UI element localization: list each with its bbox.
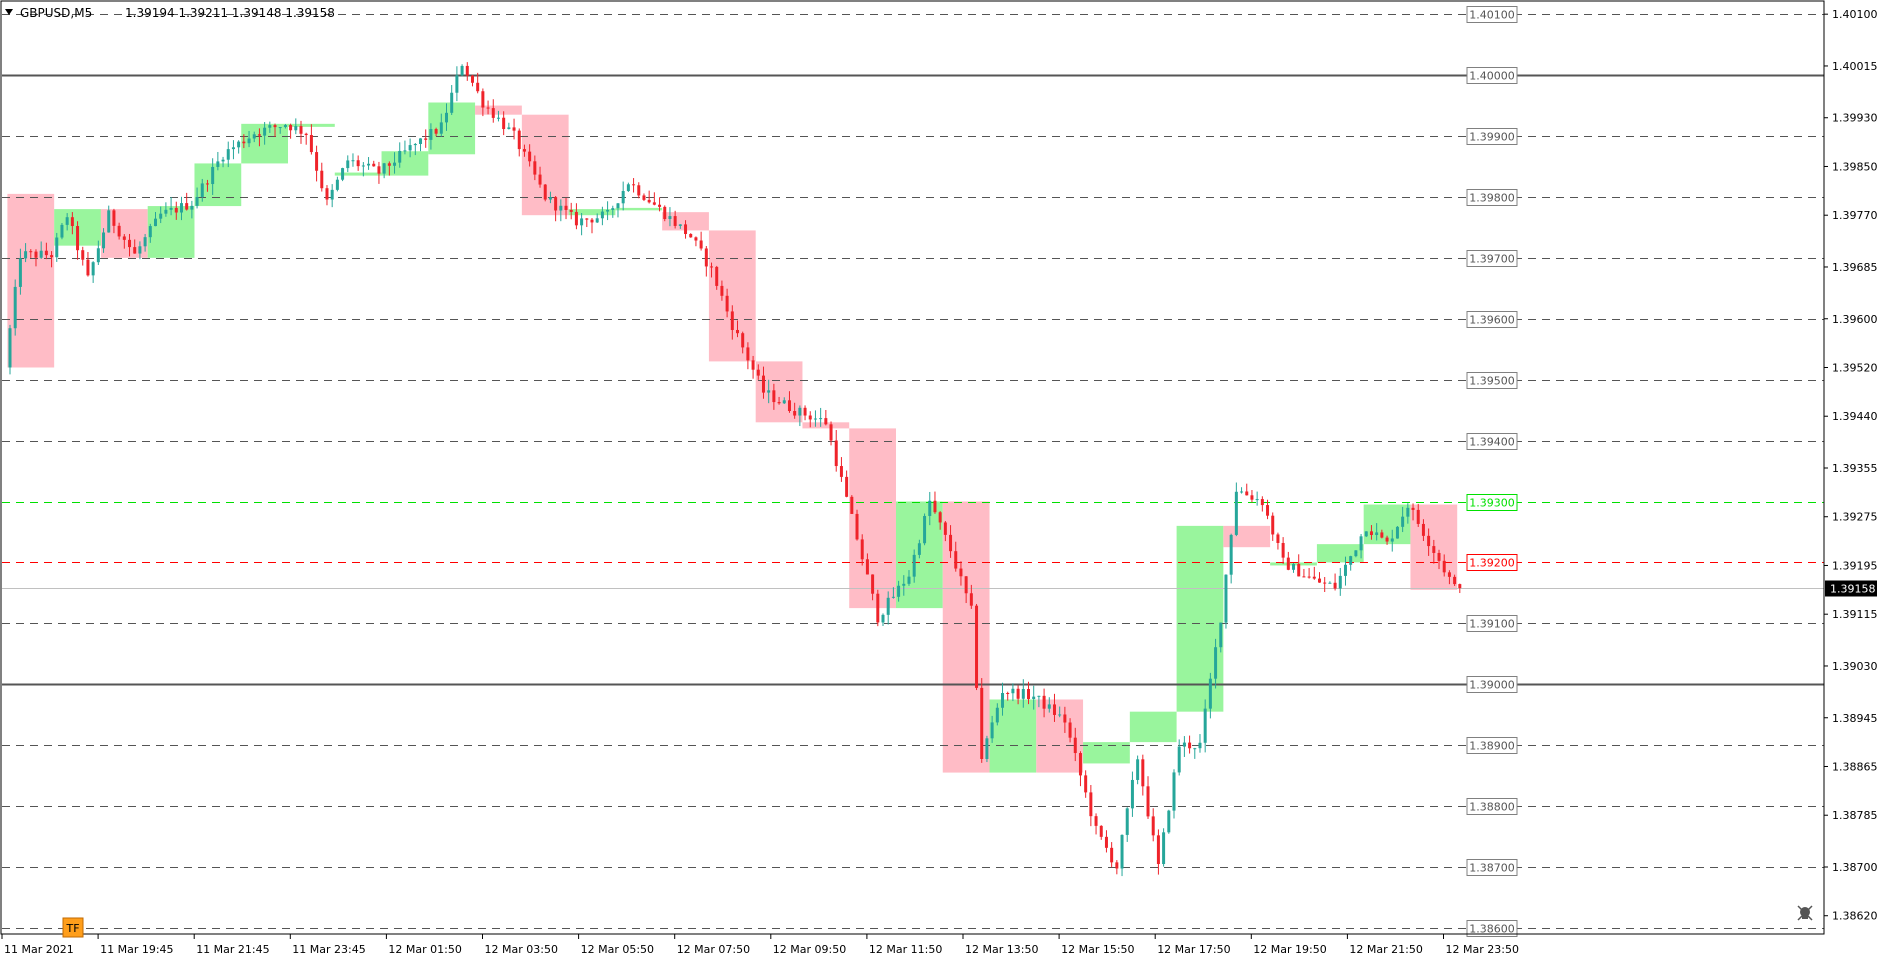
candle [663, 205, 667, 222]
price-tick-label: 1.38865 [1832, 760, 1878, 773]
price-tick-label: 1.39355 [1832, 462, 1878, 475]
candle [13, 279, 17, 336]
candle [460, 64, 464, 77]
symbol-label: GBPUSD,M5 [20, 6, 92, 20]
time-tick-label: 12 Mar 03:50 [485, 943, 558, 956]
level-label: 1.39200 [1466, 554, 1518, 571]
candle [975, 603, 979, 691]
svg-text:1.39800: 1.39800 [1469, 192, 1515, 205]
svg-text:1.40100: 1.40100 [1469, 9, 1515, 22]
time-tick-label: 12 Mar 17:50 [1157, 943, 1230, 956]
level-label: 1.38900 [1466, 737, 1518, 754]
tf-badge-label[interactable]: TF [65, 922, 79, 935]
price-tick-label: 1.39600 [1832, 313, 1878, 326]
level-label: 1.39300 [1466, 494, 1518, 511]
level-label: 1.38800 [1466, 798, 1518, 815]
time-tick-label: 12 Mar 11:50 [869, 943, 942, 956]
chart-header: GBPUSD,M5 1.39194 1.39211 1.39148 1.3915… [5, 6, 335, 20]
svg-text:1.39700: 1.39700 [1469, 253, 1515, 266]
level-label: 1.39500 [1466, 372, 1518, 389]
svg-text:1.38900: 1.38900 [1469, 740, 1515, 753]
svg-text:1.39300: 1.39300 [1469, 497, 1515, 510]
session-box [708, 230, 756, 362]
time-tick-label: 11 Mar 21:45 [196, 943, 269, 956]
level-label: 1.40000 [1466, 67, 1518, 84]
session-box [1129, 711, 1177, 743]
candle [60, 223, 64, 240]
price-tick-label: 1.39770 [1832, 209, 1878, 222]
candle [923, 513, 927, 546]
time-tick-label: 12 Mar 07:50 [677, 943, 750, 956]
svg-text:1.39200: 1.39200 [1469, 557, 1515, 570]
time-tick-label: 12 Mar 13:50 [965, 943, 1038, 956]
price-tick-label: 1.39520 [1832, 361, 1878, 374]
price-tick-label: 1.39195 [1832, 559, 1878, 572]
svg-text:1.39400: 1.39400 [1469, 436, 1515, 449]
price-tick-label: 1.38945 [1832, 712, 1878, 725]
tf-button[interactable]: TF [62, 917, 84, 938]
trading-chart-window[interactable]: 1.40100 1.40000 1.39900 1.39800 1.39700 1.396… [0, 0, 1879, 960]
level-label: 1.39700 [1466, 250, 1518, 267]
session-box [7, 193, 55, 368]
candle [855, 509, 859, 541]
candle [341, 167, 345, 182]
candle [1224, 574, 1228, 629]
time-tick-label: 12 Mar 05:50 [581, 943, 654, 956]
level-label: 1.39400 [1466, 433, 1518, 450]
level-label: 1.39000 [1466, 676, 1518, 693]
svg-text:1.40000: 1.40000 [1469, 70, 1515, 83]
candle [8, 324, 12, 375]
price-tick-label: 1.39440 [1832, 410, 1878, 423]
svg-text:1.39600: 1.39600 [1469, 314, 1515, 327]
current-price-tag: 1.39158 [1825, 580, 1877, 597]
time-tick-label: 12 Mar 15:50 [1061, 943, 1134, 956]
svg-text:1.38800: 1.38800 [1469, 801, 1515, 814]
session-box [615, 207, 663, 211]
candle [850, 495, 854, 514]
level-label: 1.39600 [1466, 311, 1518, 328]
price-tick-label: 1.39685 [1832, 261, 1878, 274]
price-tick-label: 1.38620 [1832, 910, 1878, 923]
level-label: 1.39800 [1466, 189, 1518, 206]
candle [1136, 755, 1140, 785]
candle [985, 735, 989, 763]
price-tick-label: 1.38785 [1832, 809, 1878, 822]
candle [1395, 526, 1399, 539]
time-tick-label: 12 Mar 19:50 [1253, 943, 1326, 956]
price-tick-label: 1.39275 [1832, 511, 1878, 524]
svg-text:1.38700: 1.38700 [1469, 862, 1515, 875]
svg-text:1.39500: 1.39500 [1469, 375, 1515, 388]
price-tick-label: 1.40100 [1832, 8, 1878, 21]
candle [543, 184, 547, 202]
ohlc-values: 1.39194 1.39211 1.39148 1.39158 [125, 6, 335, 20]
price-tick-label: 1.39850 [1832, 160, 1878, 173]
time-tick-label: 11 Mar 19:45 [100, 943, 173, 956]
svg-text:1.39158: 1.39158 [1830, 583, 1876, 596]
time-tick-label: 12 Mar 21:50 [1349, 943, 1422, 956]
price-tick-label: 1.38700 [1832, 861, 1878, 874]
time-tick-label: 12 Mar 09:50 [773, 943, 846, 956]
level-label: 1.40100 [1466, 6, 1518, 23]
svg-text:1.39900: 1.39900 [1469, 131, 1515, 144]
time-tick-label: 11 Mar 2021 [4, 943, 74, 956]
price-tick-label: 1.39930 [1832, 112, 1878, 125]
candle [876, 589, 880, 627]
price-tick-label: 1.39030 [1832, 660, 1878, 673]
candle [1364, 531, 1368, 538]
time-tick-label: 12 Mar 23:50 [1446, 943, 1519, 956]
svg-text:1.39100: 1.39100 [1469, 618, 1515, 631]
candle [1162, 828, 1166, 867]
level-label: 1.39900 [1466, 128, 1518, 145]
time-tick-label: 11 Mar 23:45 [292, 943, 365, 956]
svg-text:1.39000: 1.39000 [1469, 679, 1515, 692]
time-tick-label: 12 Mar 01:50 [388, 943, 461, 956]
level-label: 1.39100 [1466, 615, 1518, 632]
level-label: 1.38700 [1466, 859, 1518, 876]
candle [980, 678, 984, 763]
candle [1167, 809, 1171, 834]
price-tick-label: 1.39115 [1832, 608, 1878, 621]
price-chart[interactable]: 1.40100 1.40000 1.39900 1.39800 1.39700 1.396… [0, 0, 1879, 960]
price-tick-label: 1.40015 [1832, 60, 1878, 73]
